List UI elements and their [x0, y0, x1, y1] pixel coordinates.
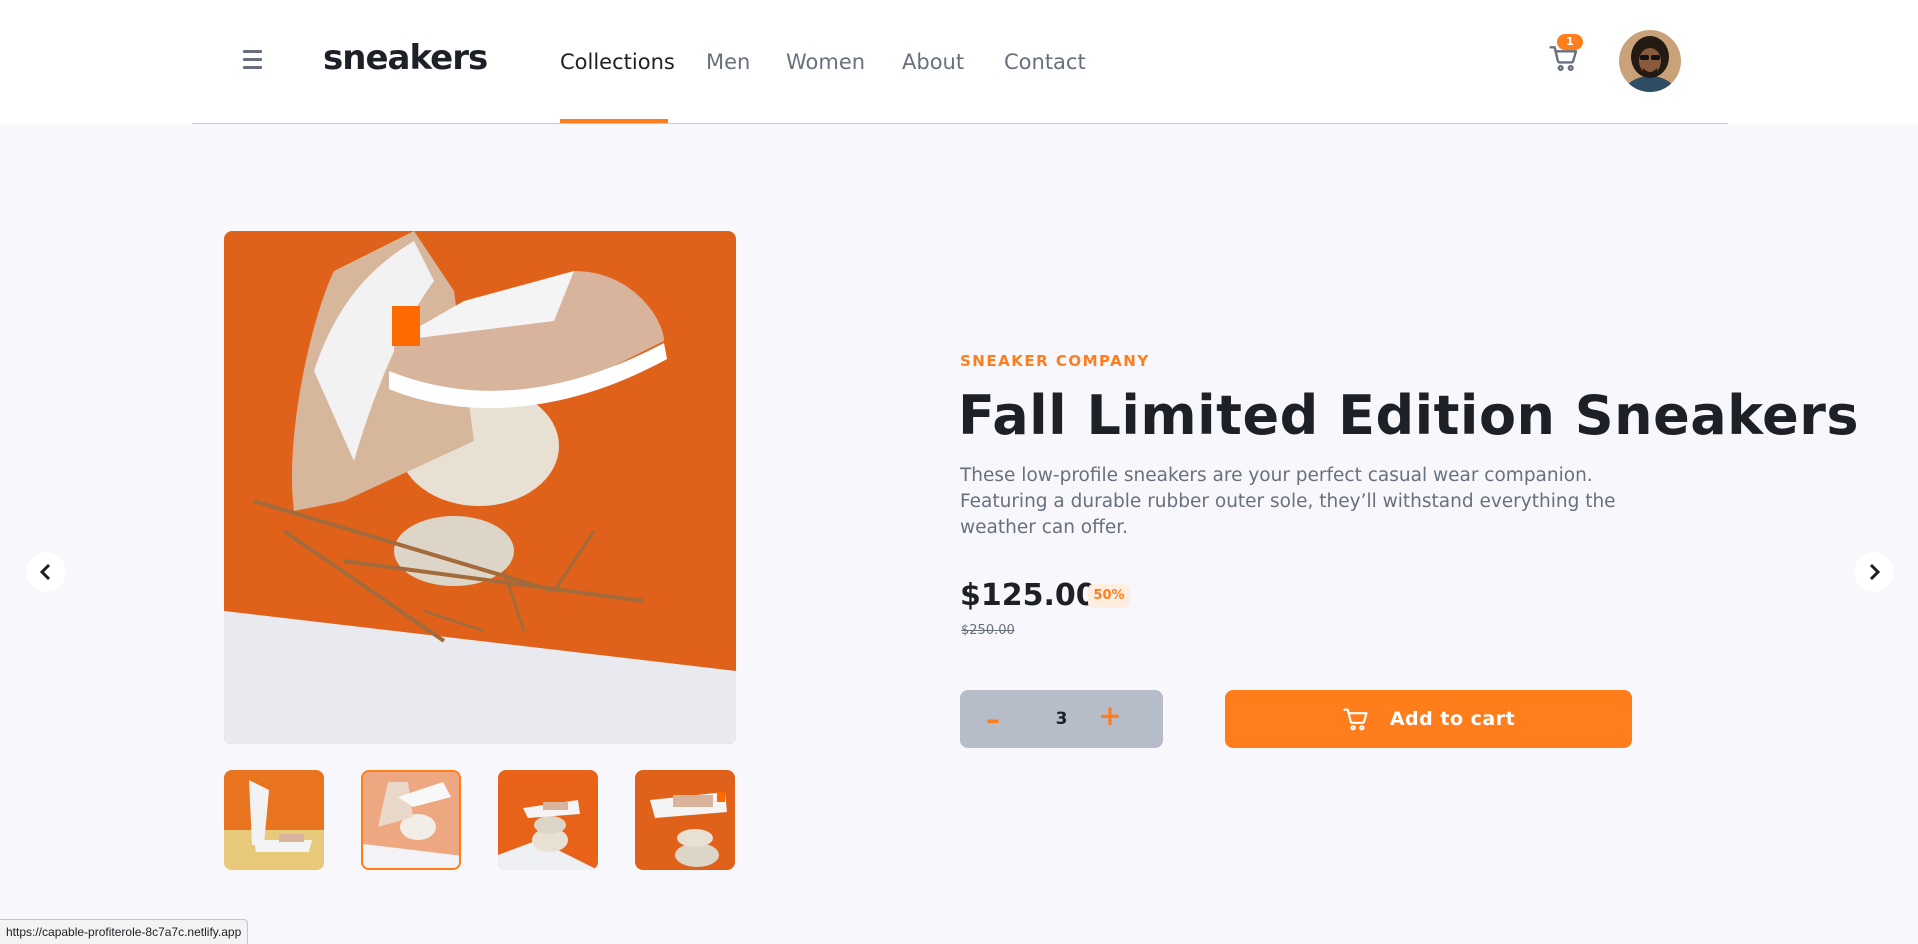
header-divider — [192, 123, 1728, 124]
product-description: These low-profile sneakers are your perf… — [960, 465, 1616, 538]
company-name: SNEAKER COMPANY — [960, 352, 1150, 370]
status-bar-url: https://capable-profiterole-8c7a7c.netli… — [0, 919, 249, 944]
increase-quantity-button[interactable]: + — [1085, 686, 1135, 744]
nav-item-about[interactable]: About — [902, 0, 964, 124]
previous-image-button[interactable] — [26, 552, 66, 592]
main-nav: Collections Men Women About Contact — [560, 0, 1086, 124]
product-thumbnail-2[interactable] — [361, 770, 461, 870]
nav-item-women[interactable]: Women — [786, 0, 865, 124]
current-price: $125.00 — [960, 578, 1097, 613]
quantity-value: 3 — [1055, 709, 1068, 729]
cart-count-badge: 1 — [1557, 34, 1583, 50]
chevron-left-icon — [39, 563, 51, 581]
discount-badge: 50% — [1088, 584, 1130, 608]
product-thumbnail-1[interactable] — [224, 770, 324, 870]
product-main-image[interactable] — [224, 231, 736, 744]
nav-item-collections[interactable]: Collections — [560, 0, 675, 124]
decrease-quantity-button[interactable]: – — [968, 690, 1018, 748]
next-image-button[interactable] — [1854, 552, 1894, 592]
hamburger-menu-icon[interactable] — [243, 50, 262, 69]
add-to-cart-label: Add to cart — [1389, 708, 1516, 730]
quantity-stepper: – 3 + — [960, 690, 1163, 748]
cart-icon — [1343, 708, 1368, 731]
product-title: Fall Limited Edition Sneakers — [958, 384, 1860, 447]
product-thumbnail-4[interactable] — [635, 770, 735, 870]
chevron-right-icon — [1869, 563, 1881, 581]
add-to-cart-button[interactable]: Add to cart — [1225, 690, 1632, 748]
nav-item-contact[interactable]: Contact — [1004, 0, 1086, 124]
brand-logo[interactable]: sneakers — [323, 38, 488, 78]
avatar[interactable] — [1617, 28, 1683, 94]
product-thumbnail-3[interactable] — [498, 770, 598, 870]
site-header: sneakers Collections Men Women About Con… — [0, 0, 1918, 124]
nav-item-men[interactable]: Men — [706, 0, 754, 124]
original-price: $250.00 — [961, 623, 1015, 638]
